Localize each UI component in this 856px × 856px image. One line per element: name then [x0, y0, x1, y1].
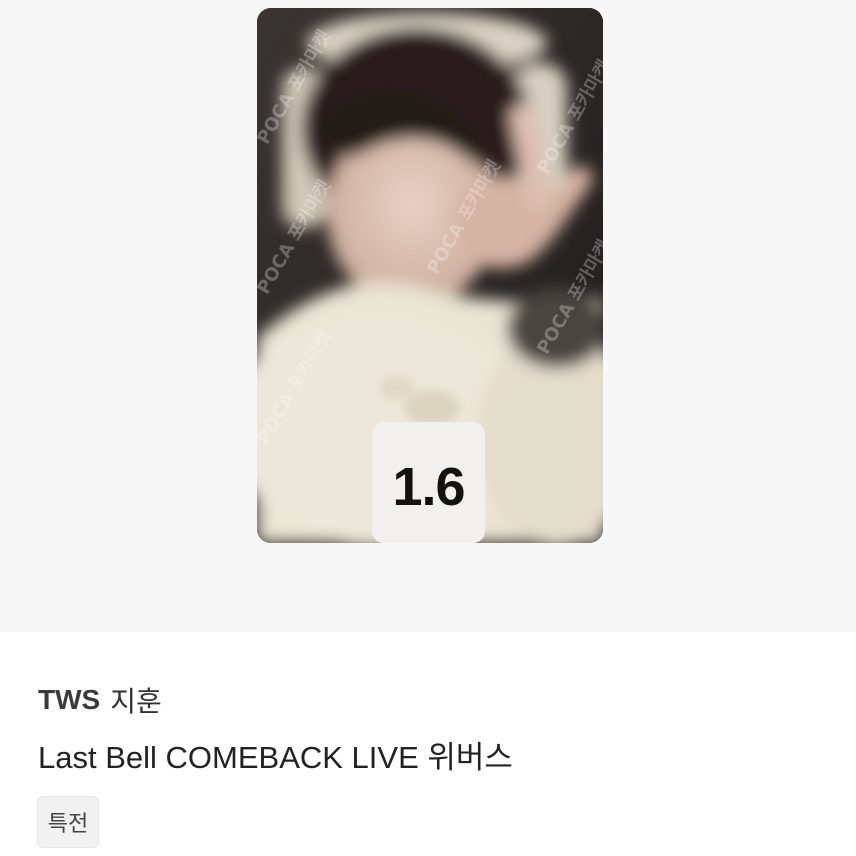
- price-sticker-label: 1.6: [392, 456, 465, 517]
- listing-info: TWS 지훈 Last Bell COMEBACK LIVE 위버스: [38, 680, 818, 776]
- artist-member[interactable]: 지훈: [110, 680, 162, 720]
- artist-group[interactable]: TWS: [38, 684, 100, 716]
- listing-title: Last Bell COMEBACK LIVE 위버스: [38, 732, 818, 776]
- listing-page: POCA 포카마켓 POCA 포카마켓 POCA 포카마켓 POCA 포카마켓 …: [0, 0, 856, 856]
- artist-line: TWS 지훈: [38, 680, 818, 720]
- price-sticker: 1.6: [372, 422, 485, 543]
- category-tag[interactable]: 특전: [37, 796, 99, 848]
- listing-title-text: Last Bell COMEBACK LIVE 위버스: [38, 739, 513, 775]
- product-image-area[interactable]: POCA 포카마켓 POCA 포카마켓 POCA 포카마켓 POCA 포카마켓 …: [0, 0, 856, 632]
